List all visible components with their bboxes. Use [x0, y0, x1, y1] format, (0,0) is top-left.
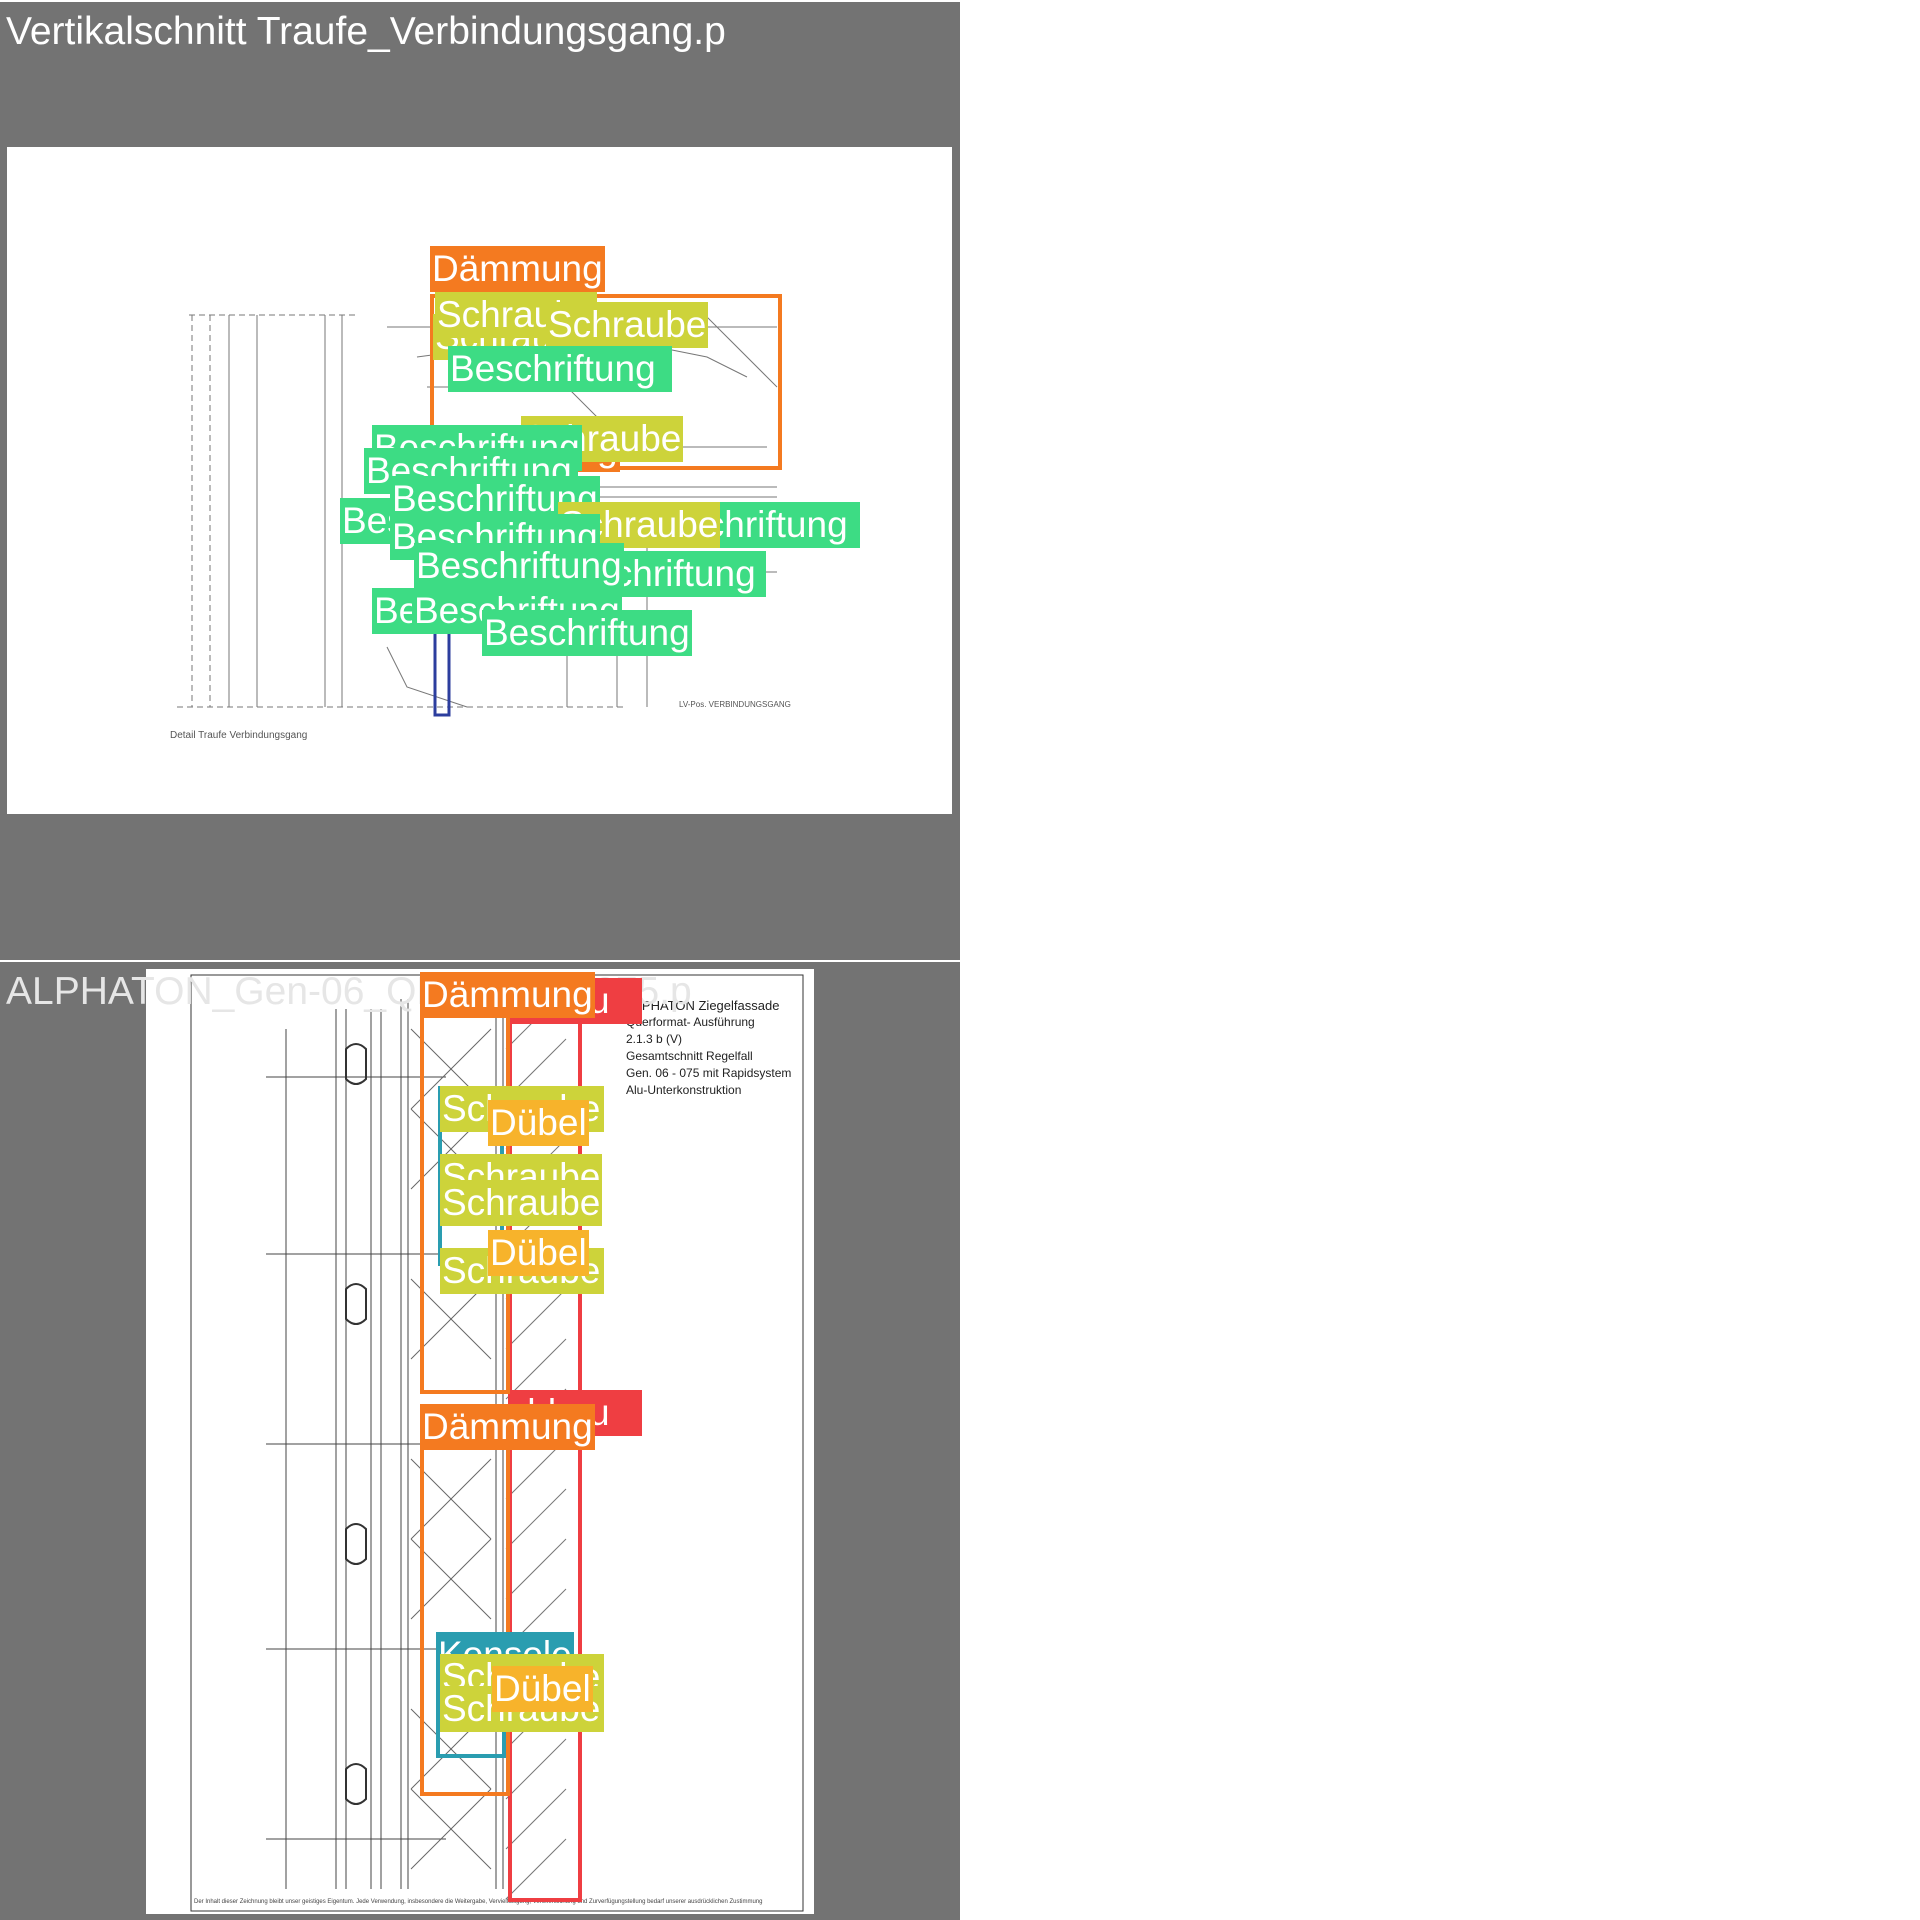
- sheet-line: Alu-Unterkonstruktion: [626, 1083, 742, 1097]
- sheet-footer: Der Inhalt dieser Zeichnung bleibt unser…: [194, 1899, 763, 1905]
- label-beschriftung: Beschriftung: [448, 346, 672, 392]
- panel-alphaton: ALPHATON Ziegelfassade Querformat- Ausfü…: [0, 962, 960, 1920]
- label-daemmung: Dämmung: [420, 1404, 595, 1450]
- panel-vertikalschnitt: Vertikalschnitt Traufe_Verbindungsgang.p: [0, 2, 960, 960]
- sheet-line: 2.1.3 b (V): [626, 1032, 683, 1046]
- label-daemmung: Dämmung: [420, 972, 595, 1018]
- label-duebel: Dübel: [488, 1230, 589, 1276]
- caption-lv-pos: LV-Pos. VERBINDUNGSGANG: [679, 700, 791, 709]
- label-duebel: Dübel: [488, 1100, 589, 1146]
- label-schraube: Schraube: [546, 302, 709, 348]
- caption-detail: Detail Traufe Verbindungsgang: [170, 730, 308, 741]
- label-duebel: Dübel: [492, 1666, 593, 1712]
- sheet-line: Gen. 06 - 075 mit Rapidsystem: [626, 1066, 792, 1080]
- label-beschriftung: Beschriftung: [414, 543, 624, 589]
- label-daemmung: Dämmung: [430, 246, 605, 292]
- sheet-line: Querformat- Ausführung: [626, 1015, 755, 1029]
- label-beschriftung: Beschriftung: [482, 610, 692, 656]
- label-schraube: Schraube: [440, 1180, 603, 1226]
- panel-title: Vertikalschnitt Traufe_Verbindungsgang.p: [6, 10, 726, 53]
- sheet-line: Gesamtschnitt Regelfall: [626, 1049, 753, 1063]
